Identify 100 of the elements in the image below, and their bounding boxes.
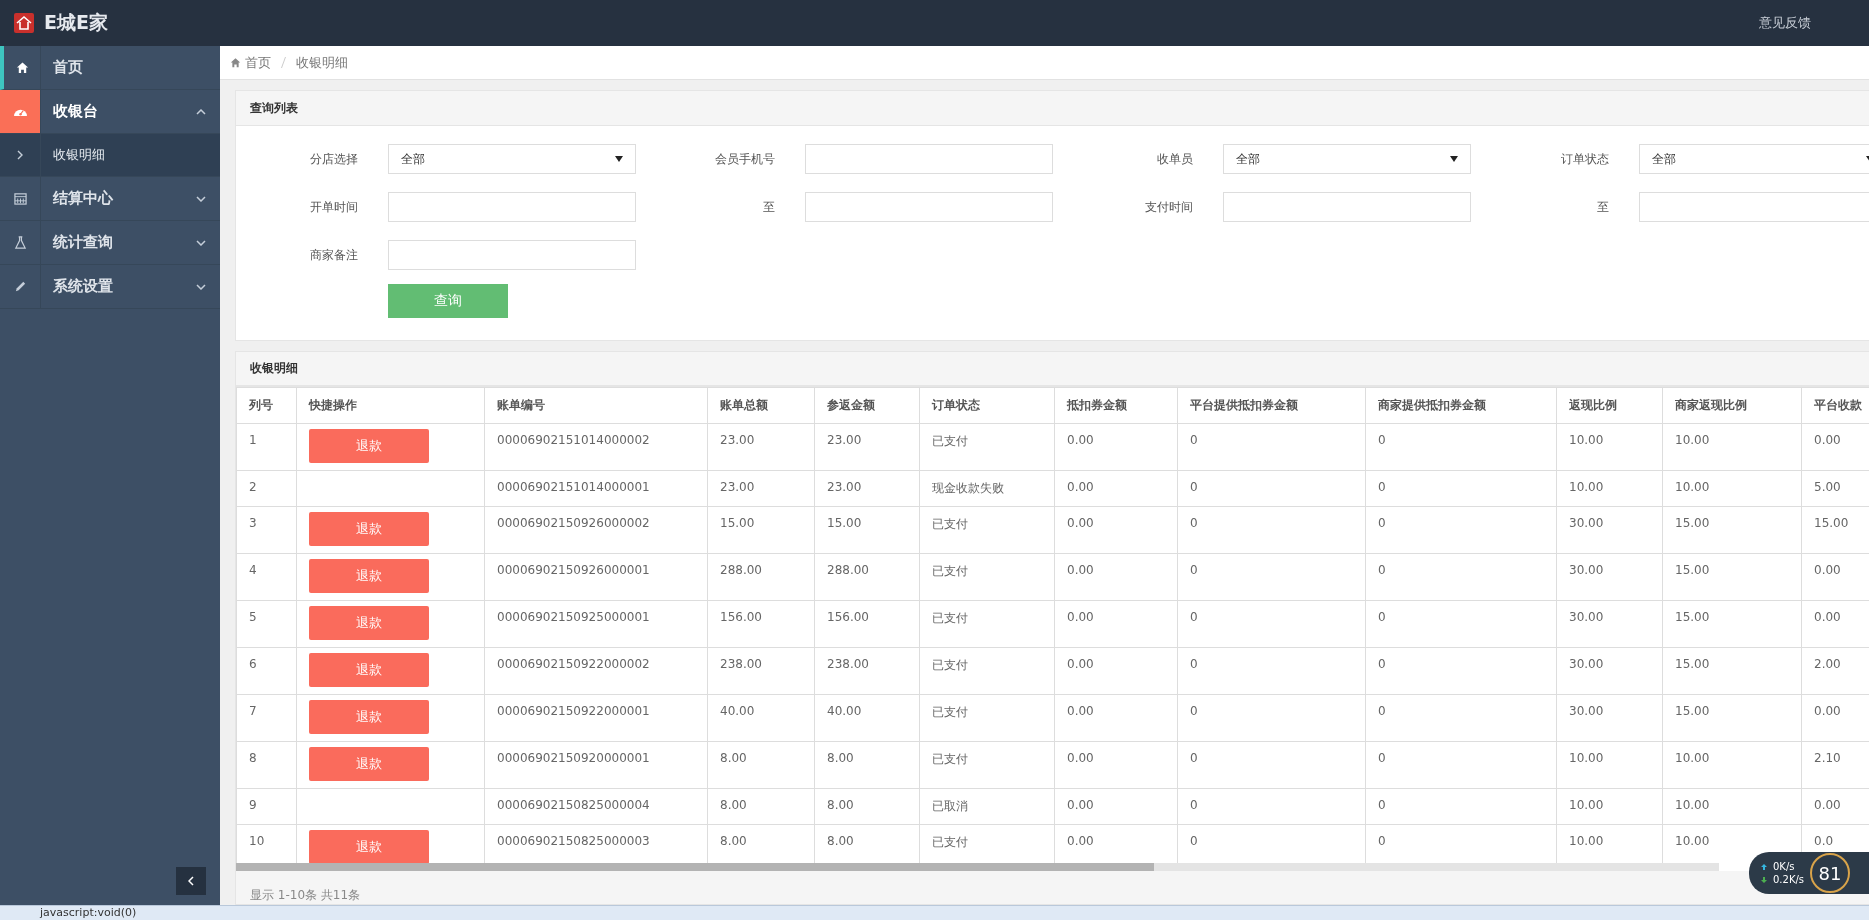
table-cell: 5	[236, 600, 297, 648]
field-label: 会员手机号	[714, 150, 776, 168]
table-cell: 40.00	[707, 694, 815, 742]
input-field[interactable]	[805, 192, 1053, 222]
table-cell: 10.00	[1556, 470, 1663, 507]
table-cell: 0.00	[1054, 553, 1178, 601]
select-field[interactable]: 全部	[1639, 144, 1869, 174]
table-cell: 00006902150922000002	[484, 647, 708, 695]
table-cell: 0	[1365, 741, 1557, 789]
table-cell: 0.00	[1054, 506, 1178, 554]
flask-icon	[13, 236, 27, 249]
table-cell: 15.00	[1662, 647, 1802, 695]
table-cell: 已支付	[919, 741, 1055, 789]
table-cell: 15.00	[1662, 694, 1802, 742]
breadcrumb-link[interactable]: 收银明细	[296, 53, 348, 72]
usage-gauge: 81	[1810, 853, 1851, 893]
table-cell: 7	[236, 694, 297, 742]
input-field[interactable]	[388, 240, 636, 270]
input-field[interactable]	[805, 144, 1053, 174]
table-cell: 0.00	[1054, 694, 1178, 742]
breadcrumb-link[interactable]: 首页	[245, 53, 271, 72]
refund-button[interactable]: 退款	[309, 606, 429, 641]
feedback-link[interactable]: 意见反馈	[1759, 14, 1811, 32]
table-cell: 0	[1177, 647, 1366, 695]
refund-button[interactable]: 退款	[309, 700, 429, 735]
table-cell: 0	[1177, 506, 1366, 554]
refund-button[interactable]: 退款	[309, 653, 429, 688]
table-cell: 23.00	[707, 423, 815, 471]
refund-button[interactable]: 退款	[309, 747, 429, 782]
column-header: 账单编号	[484, 387, 708, 424]
table-cell: 00006902150926000001	[484, 553, 708, 601]
field-label: 支付时间	[1144, 198, 1194, 216]
table-cell: 10.00	[1556, 423, 1663, 471]
table-cell: 00006902151014000001	[484, 470, 708, 507]
table-cell: 8.00	[814, 741, 920, 789]
table-cell: 30.00	[1556, 647, 1663, 695]
field-label: 商家备注	[309, 246, 359, 264]
refund-button[interactable]: 退款	[309, 429, 429, 464]
refund-button[interactable]: 退款	[309, 559, 429, 594]
table-cell: 10.00	[1556, 741, 1663, 789]
field-label: 至	[1596, 198, 1610, 216]
input-field[interactable]	[1639, 192, 1869, 222]
table-cell: 15.00	[1662, 553, 1802, 601]
dropdown-arrow-icon	[615, 156, 623, 162]
column-header: 列号	[236, 387, 297, 424]
column-header: 商家返现比例	[1662, 387, 1802, 424]
column-header: 快捷操作	[296, 387, 485, 424]
sidebar-item[interactable]: 收银台	[0, 90, 220, 134]
table-cell: 8.00	[814, 788, 920, 825]
table-cell: 0.00	[1054, 470, 1178, 507]
panel-title: 查询列表	[250, 99, 298, 117]
table-cell: 6	[236, 647, 297, 695]
table-cell: 30.00	[1556, 694, 1663, 742]
table-cell: 00006902150920000001	[484, 741, 708, 789]
table-cell: 30.00	[1556, 506, 1663, 554]
table-cell: 238.00	[814, 647, 920, 695]
sidebar-subitem[interactable]: 收银明细	[0, 134, 220, 177]
table-cell: 9	[236, 788, 297, 825]
collapse-sidebar-button[interactable]	[176, 867, 206, 895]
table-cell: 0.00	[1054, 741, 1178, 789]
column-header: 平台收款	[1801, 387, 1869, 424]
column-header: 返现比例	[1556, 387, 1663, 424]
calendar-icon	[13, 192, 27, 205]
chevron-left-icon	[188, 876, 194, 886]
field-label: 至	[762, 198, 776, 216]
select-field[interactable]: 全部	[388, 144, 636, 174]
table-cell: 已支付	[919, 423, 1055, 471]
column-header: 抵扣券金额	[1054, 387, 1178, 424]
sidebar-item[interactable]: 系统设置	[0, 265, 220, 309]
refund-button[interactable]: 退款	[309, 830, 429, 863]
table-cell: 156.00	[707, 600, 815, 648]
table-cell: 已支付	[919, 647, 1055, 695]
table-cell: 00006902150926000002	[484, 506, 708, 554]
table-cell: 0.00	[1054, 647, 1178, 695]
horizontal-scrollbar[interactable]	[236, 863, 1719, 871]
field-label: 订单状态	[1560, 150, 1610, 168]
logo-icon	[14, 13, 34, 33]
table-cell: 10.00	[1662, 741, 1802, 789]
table-cell: 已支付	[919, 694, 1055, 742]
select-field[interactable]: 全部	[1223, 144, 1471, 174]
table-cell: 0	[1177, 694, 1366, 742]
sidebar-item[interactable]: 统计查询	[0, 221, 220, 265]
table-cell: 8	[236, 741, 297, 789]
input-field[interactable]	[388, 192, 636, 222]
field-label: 分店选择	[309, 150, 359, 168]
pencil-icon	[13, 280, 27, 293]
table-cell: 00006902150825000004	[484, 788, 708, 825]
column-header: 平台提供抵扣券金额	[1177, 387, 1366, 424]
table-cell: 已支付	[919, 553, 1055, 601]
table-cell: 30.00	[1556, 553, 1663, 601]
refund-button[interactable]: 退款	[309, 512, 429, 547]
table-cell: 00006902150925000001	[484, 600, 708, 648]
column-header: 商家提供抵扣券金额	[1365, 387, 1557, 424]
pagination-info: 显示 1-10条 共11条	[250, 888, 361, 902]
table-cell: 0	[1177, 600, 1366, 648]
table-cell: 0.00	[1054, 600, 1178, 648]
table-cell: 10.00	[1556, 788, 1663, 825]
table-cell: 10.00	[1662, 423, 1802, 471]
sidebar-item[interactable]: 结算中心	[0, 177, 220, 221]
input-field[interactable]	[1223, 192, 1471, 222]
